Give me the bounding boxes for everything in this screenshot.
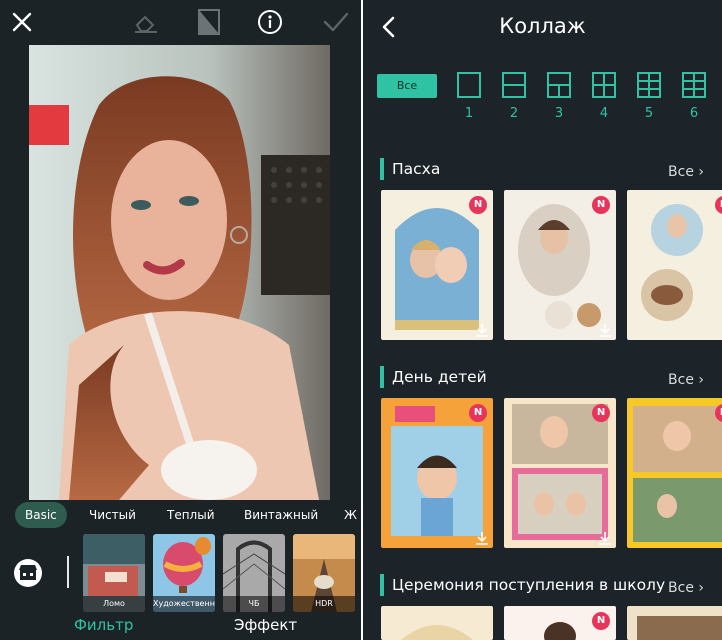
section-title-school-ceremony: Церемония поступления в школу bbox=[392, 576, 666, 594]
new-badge: N bbox=[592, 612, 610, 630]
grid-number: 5 bbox=[644, 106, 654, 121]
grid-number: 3 bbox=[554, 106, 564, 121]
collage-card[interactable]: N bbox=[504, 398, 616, 548]
download-icon[interactable] bbox=[598, 322, 612, 337]
grid-number: 6 bbox=[689, 106, 699, 121]
grid-number: 1 bbox=[464, 106, 474, 121]
info-icon[interactable] bbox=[256, 8, 284, 36]
new-badge: N bbox=[469, 196, 487, 214]
section-see-all[interactable]: Все › bbox=[668, 372, 704, 388]
tab-more[interactable]: Ж bbox=[344, 502, 357, 528]
eraser-icon[interactable] bbox=[132, 8, 160, 36]
collage-card[interactable] bbox=[381, 606, 493, 640]
filter-thumb-hdr[interactable]: HDR bbox=[293, 534, 355, 612]
tab-basic[interactable]: Basic bbox=[15, 502, 67, 528]
collage-header: Коллаж bbox=[363, 0, 722, 56]
collage-card[interactable]: N bbox=[627, 398, 722, 548]
collage-card[interactable]: N bbox=[381, 190, 493, 340]
thumb-label: Художественный bbox=[153, 596, 215, 612]
new-badge: N bbox=[592, 404, 610, 422]
grid-number: 4 bbox=[599, 106, 609, 121]
tab-filter[interactable]: Фильтр bbox=[74, 616, 133, 634]
grid-6-icon[interactable] bbox=[682, 72, 706, 98]
download-icon[interactable] bbox=[475, 530, 489, 545]
see-all-label: Все bbox=[668, 580, 694, 596]
see-all-label: Все bbox=[668, 164, 694, 180]
collage-card[interactable]: N bbox=[627, 190, 722, 340]
new-badge: N bbox=[469, 404, 487, 422]
photo-editor-panel: Basic Чистый Теплый Винтажный Ж Ломо Худ… bbox=[0, 0, 361, 640]
collage-card[interactable]: N bbox=[504, 190, 616, 340]
section-title-easter: Пасха bbox=[392, 160, 441, 178]
collage-panel: Коллаж Все 1 2 3 4 5 6 Пасха Все › N N N… bbox=[363, 0, 722, 640]
section-accent bbox=[380, 574, 384, 596]
tab-vintage[interactable]: Винтажный bbox=[244, 502, 318, 528]
edited-photo bbox=[29, 45, 330, 500]
filter-thumb-lomo[interactable]: Ломо bbox=[83, 534, 145, 612]
grid-filter-all[interactable]: Все bbox=[377, 74, 437, 98]
confirm-check-icon[interactable] bbox=[322, 8, 350, 36]
thumb-divider bbox=[67, 556, 69, 588]
section-accent bbox=[380, 366, 384, 388]
tab-effect[interactable]: Эффект bbox=[234, 616, 297, 634]
thumb-label: HDR bbox=[293, 596, 355, 612]
tab-clean[interactable]: Чистый bbox=[89, 502, 136, 528]
new-badge: N bbox=[592, 196, 610, 214]
thumb-label: ЧБ bbox=[223, 596, 285, 612]
close-icon[interactable] bbox=[8, 8, 36, 36]
collage-card[interactable]: N bbox=[504, 606, 616, 640]
store-icon[interactable] bbox=[14, 559, 42, 587]
collage-card[interactable] bbox=[627, 606, 722, 640]
collage-card[interactable]: N bbox=[381, 398, 493, 548]
section-see-all[interactable]: Все › bbox=[668, 164, 704, 180]
section-see-all[interactable]: Все › bbox=[668, 580, 704, 596]
download-icon[interactable] bbox=[598, 530, 612, 545]
grid-1-icon[interactable] bbox=[457, 72, 481, 98]
section-accent bbox=[380, 158, 384, 180]
filter-thumb-art[interactable]: Художественный bbox=[153, 534, 215, 612]
download-icon[interactable] bbox=[475, 322, 489, 337]
filter-thumb-bw[interactable]: ЧБ bbox=[223, 534, 285, 612]
grid-number: 2 bbox=[509, 106, 519, 121]
grid-4-icon[interactable] bbox=[592, 72, 616, 98]
see-all-label: Все bbox=[668, 372, 694, 388]
section-title-children-day: День детей bbox=[392, 368, 487, 386]
thumb-label: Ломо bbox=[83, 596, 145, 612]
grid-2-icon[interactable] bbox=[502, 72, 526, 98]
grid-3-icon[interactable] bbox=[547, 72, 571, 98]
grid-5-icon[interactable] bbox=[637, 72, 661, 98]
filter-category-tabs: Basic Чистый Теплый Винтажный Ж bbox=[0, 502, 361, 528]
page-title: Коллаж bbox=[499, 14, 586, 38]
compare-icon[interactable] bbox=[195, 8, 223, 36]
tab-warm[interactable]: Теплый bbox=[167, 502, 215, 528]
editor-toolbar bbox=[0, 0, 361, 45]
